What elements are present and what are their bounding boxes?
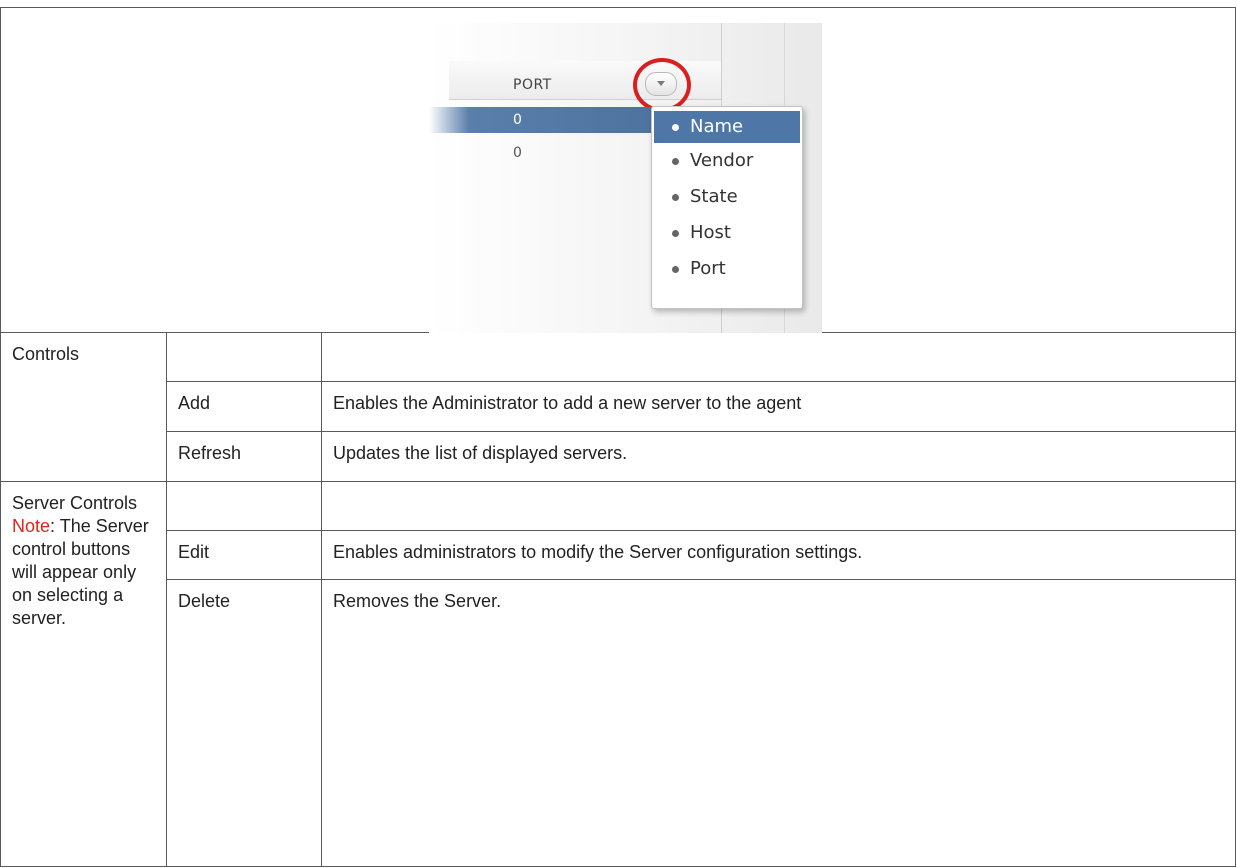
column-menu-screenshot: PORT 0 0 Name Vendor State Host Port <box>429 23 822 333</box>
menu-item-port[interactable]: Port <box>652 251 802 287</box>
control-name-cell: Refresh <box>166 431 322 482</box>
empty-cell <box>166 332 322 382</box>
controls-section-label: Controls <box>0 332 167 482</box>
note-label: Note <box>12 516 51 536</box>
menu-item-label: Name <box>690 116 744 137</box>
menu-item-name[interactable]: Name <box>654 111 800 143</box>
control-name: Delete <box>178 591 231 611</box>
empty-cell <box>321 332 1236 382</box>
controls-reference-table: PORT 0 0 Name Vendor State Host Port Con… <box>0 7 1236 867</box>
control-name-cell: Edit <box>166 530 322 580</box>
empty-cell <box>321 481 1236 531</box>
menu-item-label: Port <box>690 258 726 279</box>
control-name-cell: Delete <box>166 579 322 867</box>
server-controls-text: Server Controls Note: The Server control … <box>1 482 166 640</box>
menu-item-label: State <box>690 186 738 207</box>
port-cell: 0 <box>513 145 522 161</box>
bullet-icon <box>672 266 679 273</box>
control-description: Enables the Administrator to add a new s… <box>333 393 802 413</box>
bullet-icon <box>672 158 679 165</box>
bullet-icon <box>672 124 679 131</box>
menu-item-vendor[interactable]: Vendor <box>652 143 802 179</box>
screenshot-cell: PORT 0 0 Name Vendor State Host Port <box>0 7 1236 333</box>
control-name-cell: Add <box>166 381 322 432</box>
control-description: Removes the Server. <box>333 591 502 611</box>
port-cell-selected: 0 <box>513 112 522 128</box>
section-title: Server Controls <box>12 493 138 513</box>
bullet-icon <box>672 194 679 201</box>
section-title: Controls <box>12 344 80 364</box>
empty-cell <box>166 481 322 531</box>
port-column-header: PORT <box>513 77 552 93</box>
server-controls-section-label: Server Controls Note: The Server control … <box>0 481 167 867</box>
menu-item-state[interactable]: State <box>652 179 802 215</box>
column-dropdown-menu: Name Vendor State Host Port <box>651 106 803 309</box>
control-name: Refresh <box>178 443 242 463</box>
control-name: Edit <box>178 542 210 562</box>
control-description-cell: Enables administrators to modify the Ser… <box>321 530 1236 580</box>
selected-table-row[interactable] <box>429 107 651 133</box>
control-name: Add <box>178 393 211 413</box>
menu-item-label: Host <box>690 222 731 243</box>
control-description-cell: Enables the Administrator to add a new s… <box>321 381 1236 432</box>
menu-item-host[interactable]: Host <box>652 215 802 251</box>
control-description-cell: Removes the Server. <box>321 579 1236 867</box>
control-description: Enables administrators to modify the Ser… <box>333 542 863 562</box>
control-description: Updates the list of displayed servers. <box>333 443 628 463</box>
menu-item-label: Vendor <box>690 150 754 171</box>
bullet-icon <box>672 230 679 237</box>
control-description-cell: Updates the list of displayed servers. <box>321 431 1236 482</box>
highlight-circle <box>633 58 691 112</box>
